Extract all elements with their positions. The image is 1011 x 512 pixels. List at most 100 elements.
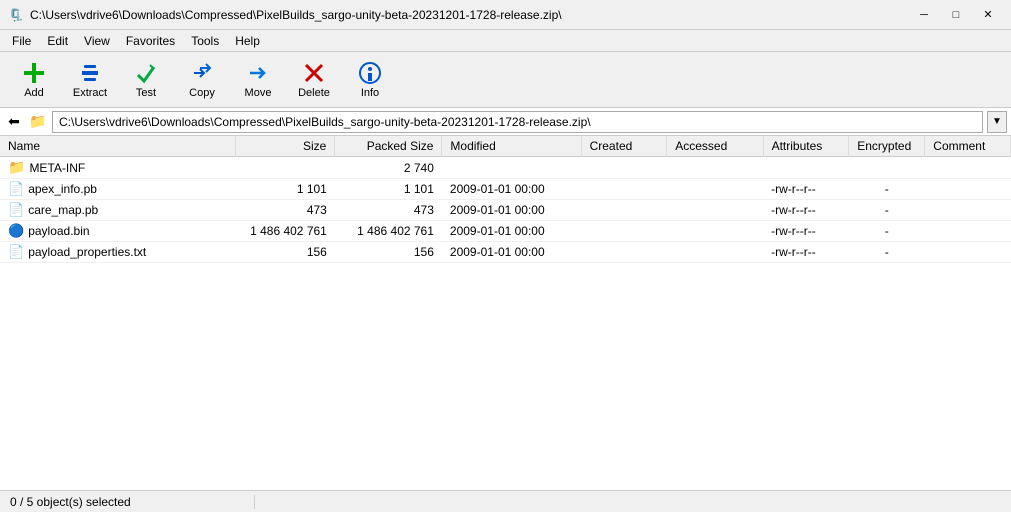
title-bar-left: 🗜️ C:\Users\vdrive6\Downloads\Compressed…	[8, 7, 562, 23]
cell-accessed	[667, 242, 763, 263]
menu-bar: File Edit View Favorites Tools Help	[0, 30, 1011, 52]
cell-attributes: -rw-r--r--	[763, 179, 849, 200]
cell-packed: 156	[335, 242, 442, 263]
col-header-accessed[interactable]: Accessed	[667, 136, 763, 157]
status-selection: 0 / 5 object(s) selected	[4, 495, 255, 509]
file-table: Name Size Packed Size Modified Created A…	[0, 136, 1011, 263]
cell-accessed	[667, 200, 763, 221]
cell-size: 473	[236, 200, 335, 221]
col-header-created[interactable]: Created	[581, 136, 667, 157]
cell-name: 📄 care_map.pb	[0, 200, 236, 221]
file-name: payload_properties.txt	[28, 245, 146, 259]
info-button[interactable]: Info	[344, 56, 396, 104]
col-header-size[interactable]: Size	[236, 136, 335, 157]
cell-accessed	[667, 157, 763, 179]
col-header-attributes[interactable]: Attributes	[763, 136, 849, 157]
menu-file[interactable]: File	[4, 32, 39, 50]
file-list-body: 📁 META-INF 2 740 📄 apex_info.pb 1 101 1 …	[0, 157, 1011, 263]
cell-modified: 2009-01-01 00:00	[442, 200, 581, 221]
cell-modified: 2009-01-01 00:00	[442, 179, 581, 200]
cell-modified: 2009-01-01 00:00	[442, 242, 581, 263]
cell-name: 📄 payload_properties.txt	[0, 242, 236, 263]
cell-name: 📄 apex_info.pb	[0, 179, 236, 200]
file-list-container: Name Size Packed Size Modified Created A…	[0, 136, 1011, 490]
test-button[interactable]: Test	[120, 56, 172, 104]
menu-edit[interactable]: Edit	[39, 32, 76, 50]
cell-attributes: -rw-r--r--	[763, 200, 849, 221]
col-header-encrypted[interactable]: Encrypted	[849, 136, 925, 157]
menu-tools[interactable]: Tools	[183, 32, 227, 50]
cell-size: 1 486 402 761	[236, 221, 335, 242]
table-row[interactable]: 📁 META-INF 2 740	[0, 157, 1011, 179]
cell-encrypted	[849, 157, 925, 179]
cell-accessed	[667, 179, 763, 200]
cell-comment	[925, 157, 1011, 179]
address-input[interactable]	[52, 111, 983, 133]
menu-help[interactable]: Help	[227, 32, 268, 50]
file-icon: 📄	[8, 244, 24, 260]
cell-attributes	[763, 157, 849, 179]
extract-button[interactable]: Extract	[64, 56, 116, 104]
add-label: Add	[24, 87, 44, 99]
close-button[interactable]: ✕	[973, 5, 1003, 25]
address-bar: ⬅ 📁 ▼	[0, 108, 1011, 136]
add-icon	[22, 61, 46, 85]
delete-button[interactable]: Delete	[288, 56, 340, 104]
col-header-modified[interactable]: Modified	[442, 136, 581, 157]
cell-attributes: -rw-r--r--	[763, 242, 849, 263]
col-header-comment[interactable]: Comment	[925, 136, 1011, 157]
cell-packed: 2 740	[335, 157, 442, 179]
cell-encrypted: -	[849, 242, 925, 263]
extract-label: Extract	[73, 87, 107, 99]
cell-packed: 1 101	[335, 179, 442, 200]
title-bar-controls: ─ □ ✕	[909, 5, 1003, 25]
menu-favorites[interactable]: Favorites	[118, 32, 183, 50]
cell-encrypted: -	[849, 200, 925, 221]
cell-comment	[925, 179, 1011, 200]
table-row[interactable]: 📄 care_map.pb 473 473 2009-01-01 00:00 -…	[0, 200, 1011, 221]
cell-created	[581, 221, 667, 242]
cell-accessed	[667, 221, 763, 242]
copy-button[interactable]: Copy	[176, 56, 228, 104]
test-label: Test	[136, 87, 156, 99]
info-label: Info	[361, 87, 379, 99]
cell-created	[581, 200, 667, 221]
cell-modified: 2009-01-01 00:00	[442, 221, 581, 242]
copy-label: Copy	[189, 87, 215, 99]
toolbar: Add Extract Test Copy	[0, 52, 1011, 108]
cell-name: 📁 META-INF	[0, 157, 236, 179]
status-bar: 0 / 5 object(s) selected	[0, 490, 1011, 512]
add-button[interactable]: Add	[8, 56, 60, 104]
cell-name: 🔵 payload.bin	[0, 221, 236, 242]
cell-attributes: -rw-r--r--	[763, 221, 849, 242]
cell-created	[581, 242, 667, 263]
cell-packed: 473	[335, 200, 442, 221]
table-row[interactable]: 📄 apex_info.pb 1 101 1 101 2009-01-01 00…	[0, 179, 1011, 200]
cell-modified	[442, 157, 581, 179]
cell-size: 156	[236, 242, 335, 263]
folder-icon: 📁	[28, 112, 48, 132]
file-icon: 📄	[8, 181, 24, 197]
cell-comment	[925, 242, 1011, 263]
cell-comment	[925, 221, 1011, 242]
col-header-name[interactable]: Name	[0, 136, 236, 157]
table-row[interactable]: 📄 payload_properties.txt 156 156 2009-01…	[0, 242, 1011, 263]
cell-encrypted: -	[849, 221, 925, 242]
minimize-button[interactable]: ─	[909, 5, 939, 25]
copy-icon	[190, 61, 214, 85]
file-name: apex_info.pb	[28, 182, 97, 196]
table-header: Name Size Packed Size Modified Created A…	[0, 136, 1011, 157]
cell-encrypted: -	[849, 179, 925, 200]
cell-created	[581, 157, 667, 179]
file-icon: 📄	[8, 202, 24, 218]
folder-icon: 📁	[8, 159, 25, 176]
cell-size	[236, 157, 335, 179]
address-dropdown[interactable]: ▼	[987, 111, 1007, 133]
menu-view[interactable]: View	[76, 32, 118, 50]
back-icon[interactable]: ⬅	[4, 112, 24, 132]
move-button[interactable]: Move	[232, 56, 284, 104]
cell-comment	[925, 200, 1011, 221]
table-row[interactable]: 🔵 payload.bin 1 486 402 761 1 486 402 76…	[0, 221, 1011, 242]
col-header-packed[interactable]: Packed Size	[335, 136, 442, 157]
maximize-button[interactable]: □	[941, 5, 971, 25]
